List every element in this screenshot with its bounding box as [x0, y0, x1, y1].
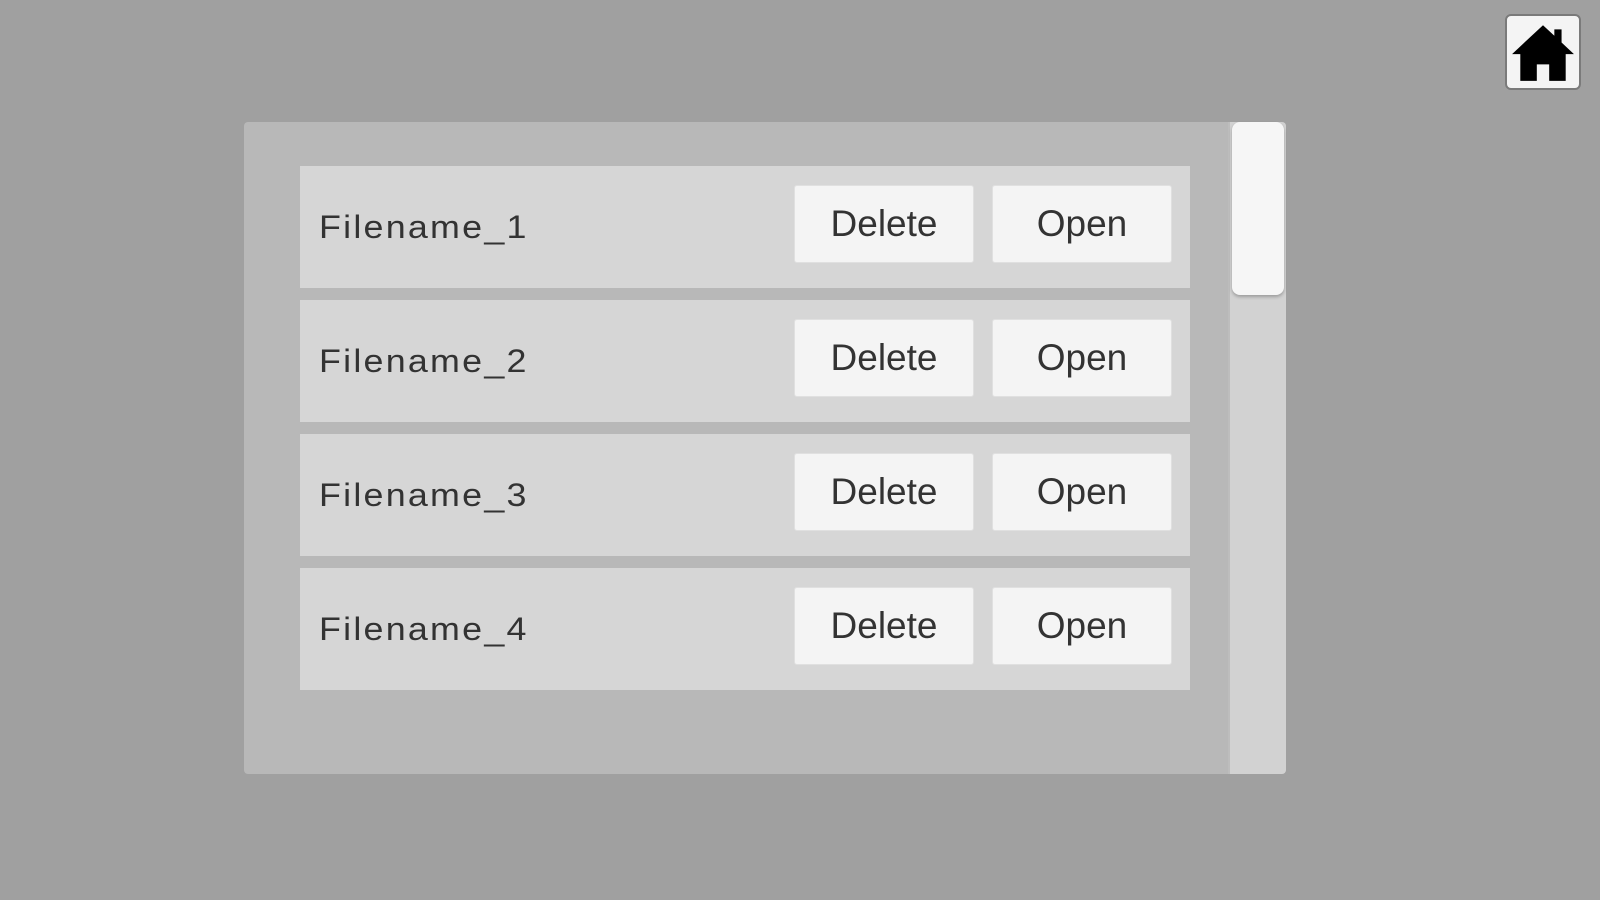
list-item: Filename_3 Delete Open [300, 434, 1190, 556]
vertical-scrollbar[interactable] [1228, 122, 1286, 774]
open-button[interactable]: Open [992, 453, 1172, 531]
delete-button[interactable]: Delete [794, 185, 974, 263]
list-item: Filename_2 Delete Open [300, 300, 1190, 422]
list-item: Filename_4 Delete Open [300, 568, 1190, 690]
file-name: Filename_4 [319, 611, 529, 647]
file-list-panel: Filename_1 Delete Open Filename_2 Delete… [244, 122, 1232, 774]
delete-button[interactable]: Delete [794, 319, 974, 397]
open-button[interactable]: Open [992, 587, 1172, 665]
delete-button[interactable]: Delete [794, 453, 974, 531]
home-icon [1512, 25, 1574, 81]
home-button[interactable] [1505, 14, 1581, 90]
file-name: Filename_3 [319, 477, 529, 513]
open-button[interactable]: Open [992, 185, 1172, 263]
file-name: Filename_1 [319, 209, 529, 245]
list-item: Filename_1 Delete Open [300, 166, 1190, 288]
delete-button[interactable]: Delete [794, 587, 974, 665]
open-button[interactable]: Open [992, 319, 1172, 397]
scrollbar-thumb[interactable] [1232, 122, 1284, 295]
file-name: Filename_2 [319, 343, 529, 379]
file-list: Filename_1 Delete Open Filename_2 Delete… [300, 166, 1190, 702]
